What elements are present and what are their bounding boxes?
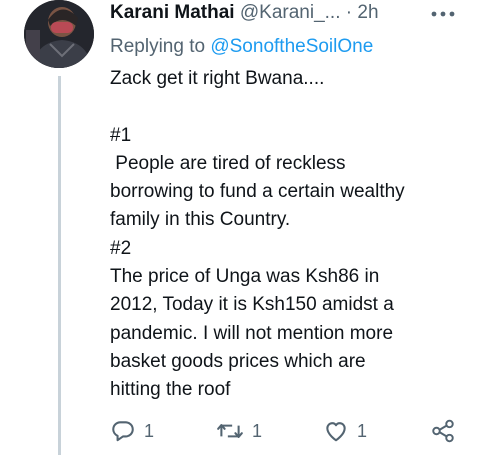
more-options-icon[interactable]: [431, 11, 455, 17]
like-count: 1: [357, 420, 368, 441]
tweet[interactable]: Karani Mathai @Karani_... · 2h Replying …: [0, 0, 480, 455]
tweet-text-line: basket goods prices which are: [110, 350, 366, 372]
replying-to: Replying to @SonoftheSoilOne: [110, 35, 373, 59]
tweet-text-line: Zack get it right Bwana....: [110, 68, 325, 89]
display-name[interactable]: Karani Mathai: [110, 2, 235, 23]
avatar-photo: [24, 0, 94, 68]
tweet-text-line: borrowing to fund a certain wealthy: [110, 181, 405, 203]
user-handle[interactable]: @Karani_...: [240, 2, 341, 23]
heart-icon: [326, 422, 346, 442]
tweet-text-line: pandemic. I will not mention more: [110, 322, 394, 344]
tweet-text-line: People are tired of reckless: [110, 152, 346, 174]
thread-line: [58, 76, 61, 455]
separator-dot: ·: [345, 2, 353, 23]
tweet-text-line: #1: [110, 124, 132, 146]
tweet-text-line: The price of Unga was Ksh86 in: [110, 266, 380, 288]
reply-button[interactable]: 1: [110, 418, 154, 444]
timestamp[interactable]: 2h: [357, 2, 378, 23]
tweet-actions: 1 1 1: [110, 418, 470, 444]
retweet-count: 1: [252, 420, 263, 441]
tweet-text-line: 2012, Today it is Ksh150 amidst a: [110, 294, 394, 316]
reply-icon: [112, 421, 134, 442]
tweet-text-line: family in this Country.: [110, 209, 291, 231]
retweet-button[interactable]: 1: [216, 418, 262, 444]
tweet-text-line: [110, 93, 460, 121]
like-button[interactable]: 1: [323, 418, 367, 444]
retweet-icon: [217, 424, 243, 438]
tweet-text-line: hitting the roof: [110, 379, 231, 401]
avatar[interactable]: [24, 0, 94, 68]
tweet-text-line: #2: [110, 237, 132, 259]
replying-to-mention[interactable]: @SonoftheSoilOne: [210, 36, 373, 57]
tweet-header: Karani Mathai @Karani_... · 2h: [110, 1, 470, 25]
reply-count: 1: [144, 420, 155, 441]
share-icon: [432, 419, 454, 443]
replying-to-label: Replying to: [110, 36, 206, 57]
share-button[interactable]: [430, 418, 456, 444]
tweet-text: Zack get it right Bwana.... #1 People ar…: [110, 65, 460, 405]
